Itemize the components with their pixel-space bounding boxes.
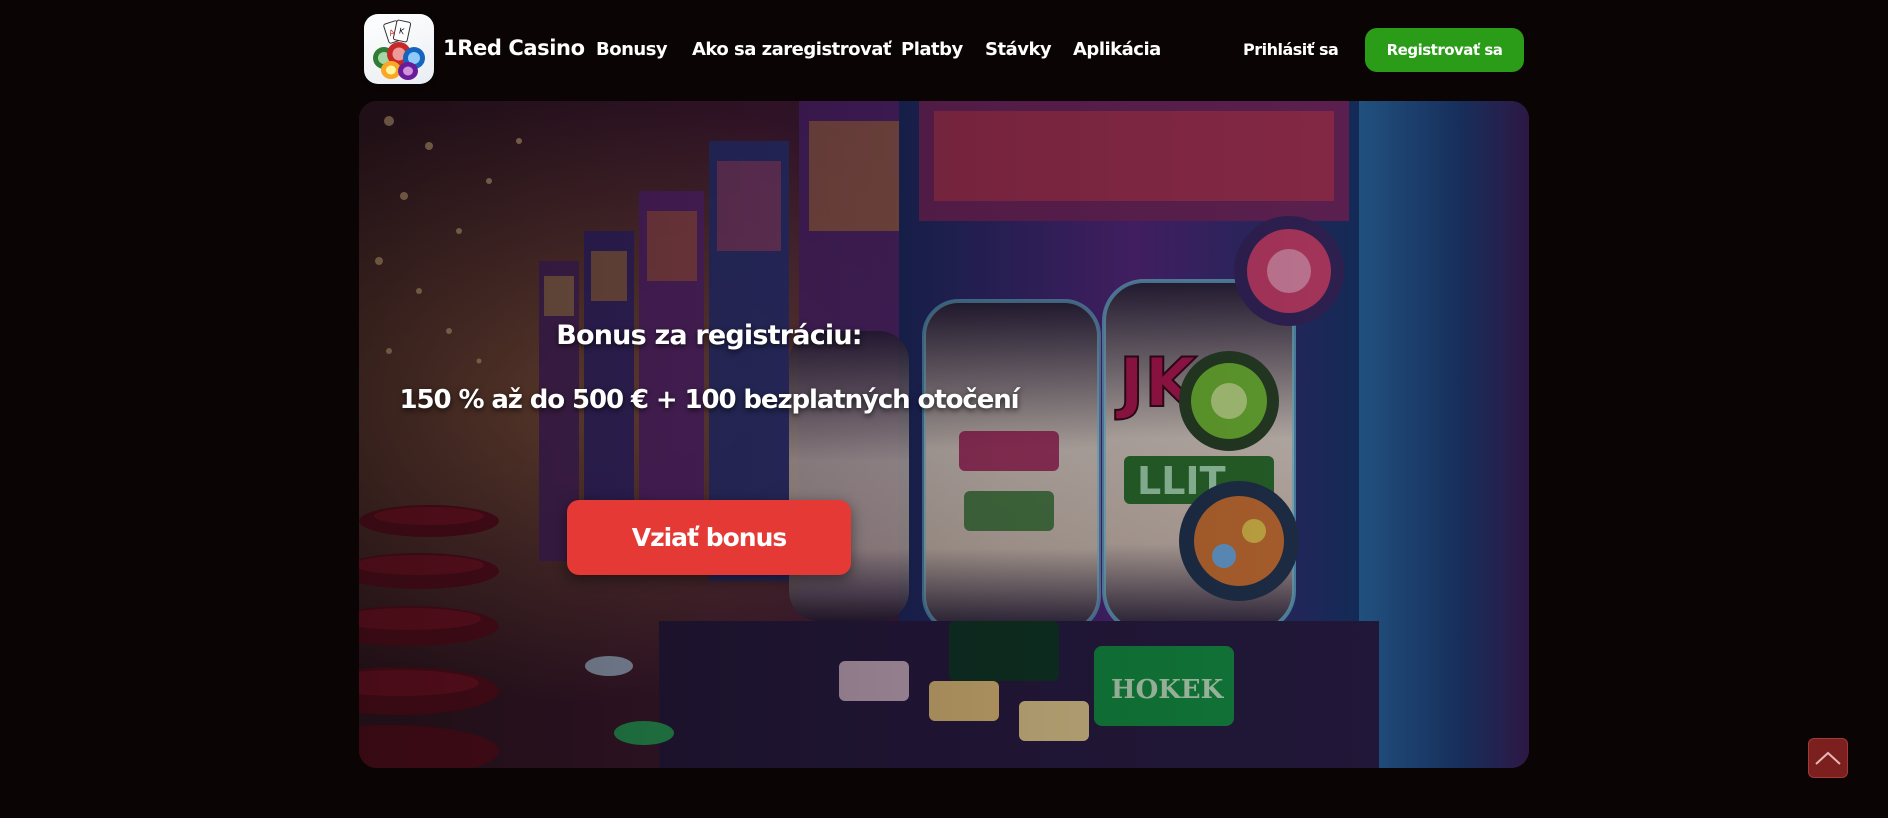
nav-item-betting[interactable]: Stávky — [985, 39, 1052, 60]
scroll-to-top-button[interactable] — [1808, 738, 1848, 778]
casino-chips-logo-icon[interactable]: A K — [364, 14, 434, 84]
hero-banner: JKG LLIT HOKEK Bonus za registráciu — [359, 101, 1529, 768]
hero-offer: 150 % až do 500 € + 100 bezplatných otoč… — [399, 385, 1020, 415]
slot-machines-background: JKG LLIT HOKEK — [359, 101, 1529, 768]
hero-title: Bonus za registráciu: — [556, 320, 862, 351]
register-button[interactable]: Registrovať sa — [1365, 28, 1524, 72]
login-link[interactable]: Prihlásiť sa — [1243, 40, 1339, 59]
brand-name[interactable]: 1Red Casino — [443, 36, 585, 60]
nav-item-registration[interactable]: Ako sa zaregistrovať — [692, 39, 892, 60]
console-label-hokek: HOKEK — [1111, 675, 1225, 705]
nav-item-bonusy[interactable]: Bonusy — [596, 39, 668, 60]
take-bonus-button[interactable]: Vziať bonus — [567, 500, 851, 575]
site-header: A K 1Red Casino Bonusy Ako sa zaregistro… — [0, 0, 1888, 100]
chevron-up-icon — [1815, 751, 1841, 765]
nav-item-app[interactable]: Aplikácia — [1073, 39, 1161, 60]
nav-item-payments[interactable]: Platby — [901, 39, 963, 60]
